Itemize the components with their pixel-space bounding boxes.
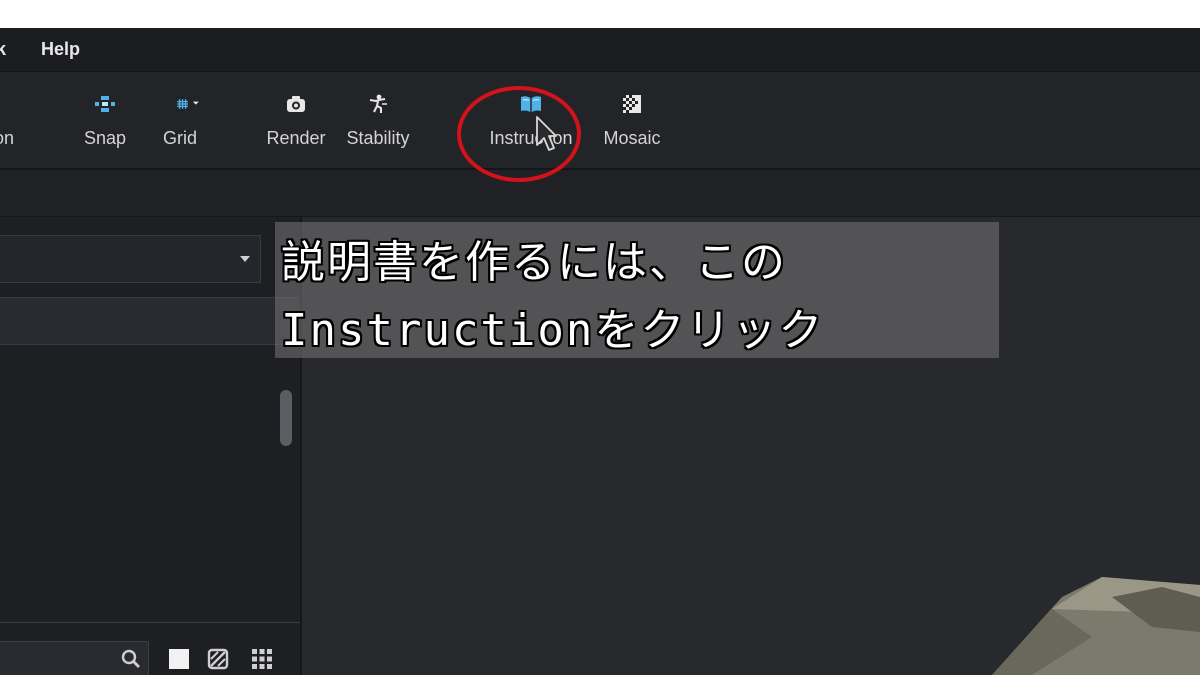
mosaic-icon [623, 95, 641, 113]
caption-overlay: 説明書を作るには、この Instructionをクリック [275, 222, 999, 358]
left-panel [0, 217, 302, 675]
hatched-square-icon[interactable] [207, 648, 229, 670]
caption-line-1: 説明書を作るには、この [281, 237, 787, 288]
menu-item-help[interactable]: Help [41, 28, 80, 71]
highlight-circle [457, 86, 581, 182]
grid-label: Grid [162, 128, 198, 148]
grid-view-icon[interactable] [251, 648, 273, 670]
stability-label: Stability [346, 128, 410, 148]
panel-dropdown[interactable] [0, 235, 261, 283]
snap-button[interactable]: Snap [80, 72, 130, 168]
mosaic-label: Mosaic [603, 128, 661, 148]
panel-scrollbar[interactable] [280, 390, 292, 446]
panel-subheader [0, 297, 300, 345]
toolbar: on Snap Grid [0, 72, 1200, 170]
grid-button[interactable]: Grid [155, 72, 205, 168]
caption-line-2: Instructionをクリック [281, 305, 825, 356]
render-button[interactable]: Render [266, 72, 326, 168]
white-square-icon[interactable] [168, 648, 190, 670]
menu-item-partial[interactable]: k [0, 28, 6, 71]
search-input[interactable] [0, 641, 149, 675]
chevron-down-icon [240, 256, 250, 262]
snap-label: Snap [83, 128, 127, 148]
tab-strip [0, 170, 1200, 217]
camera-icon [287, 96, 305, 112]
panel-bottom-bar [0, 622, 300, 675]
toolbar-partial-button[interactable]: on [0, 72, 30, 168]
3d-model-fragment [992, 577, 1200, 675]
grid-icon [177, 99, 199, 109]
toolbar-partial-label: on [0, 128, 15, 148]
mouse-cursor-icon [536, 116, 557, 151]
stability-figure-icon [369, 94, 387, 113]
mosaic-button[interactable]: Mosaic [600, 72, 664, 168]
search-icon [121, 649, 140, 668]
menu-bar: k Help [0, 28, 1200, 72]
snap-icon [95, 96, 115, 112]
stability-button[interactable]: Stability [345, 72, 411, 168]
render-label: Render [266, 128, 326, 148]
